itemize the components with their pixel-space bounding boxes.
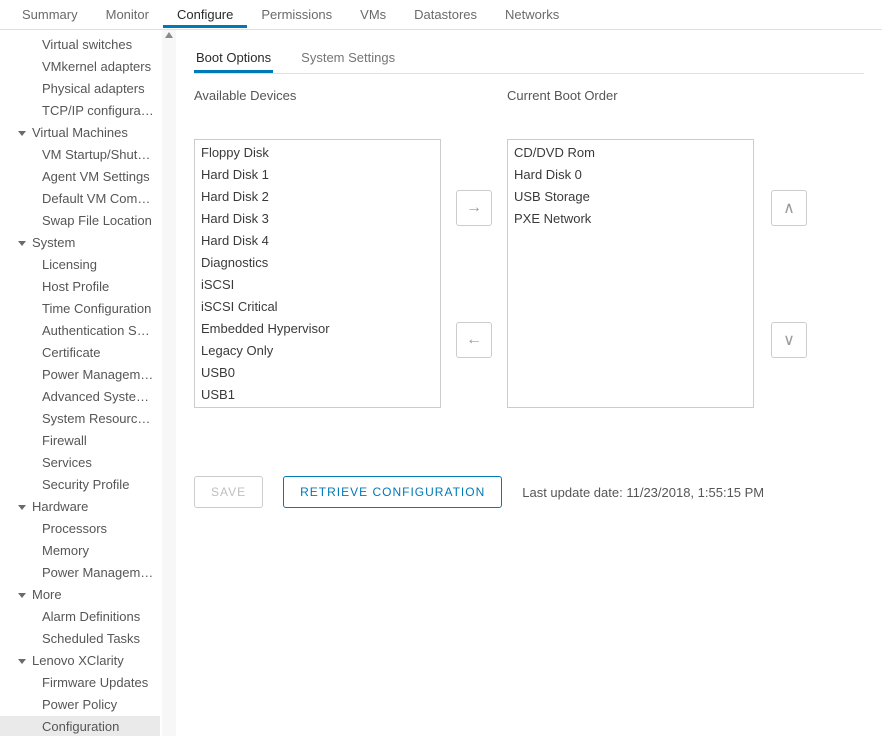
sidebar-item-vm-startup-shutdo-[interactable]: VM Startup/Shutdo.. xyxy=(0,144,160,166)
caret-down-icon xyxy=(18,593,26,598)
list-item[interactable]: Legacy Only xyxy=(199,340,436,362)
chevron-down-icon: ∨ xyxy=(783,330,795,350)
sidebar-item-default-vm-compati-[interactable]: Default VM Compati.. xyxy=(0,188,160,210)
caret-down-icon xyxy=(18,505,26,510)
sidebar-item-virtual-switches[interactable]: Virtual switches xyxy=(0,34,160,56)
move-up-button[interactable]: ∧ xyxy=(771,190,807,226)
move-left-button[interactable]: ← xyxy=(456,322,492,358)
tab-vms[interactable]: VMs xyxy=(346,1,400,28)
sub-tabs: Boot Options System Settings xyxy=(194,44,864,74)
last-update-text: Last update date: 11/23/2018, 1:55:15 PM xyxy=(522,485,764,500)
move-right-button[interactable]: → xyxy=(456,190,492,226)
sidebar-item-swap-file-location[interactable]: Swap File Location xyxy=(0,210,160,232)
sidebar-group-label: More xyxy=(32,587,62,603)
sidebar-item-power-management[interactable]: Power Management xyxy=(0,562,160,584)
list-item[interactable]: USB0 xyxy=(199,362,436,384)
sidebar-item-advanced-system-s-[interactable]: Advanced System S.. xyxy=(0,386,160,408)
caret-down-icon xyxy=(18,659,26,664)
list-item[interactable]: PXE Network xyxy=(512,208,749,230)
tab-datastores[interactable]: Datastores xyxy=(400,1,491,28)
list-item[interactable]: iSCSI Critical xyxy=(199,296,436,318)
list-item[interactable]: Diagnostics xyxy=(199,252,436,274)
subtab-system-settings[interactable]: System Settings xyxy=(299,44,397,73)
tab-summary[interactable]: Summary xyxy=(8,1,92,28)
tab-monitor[interactable]: Monitor xyxy=(92,1,163,28)
current-boot-order-list[interactable]: CD/DVD RomHard Disk 0USB StoragePXE Netw… xyxy=(507,139,754,408)
sidebar-item-alarm-definitions[interactable]: Alarm Definitions xyxy=(0,606,160,628)
list-item[interactable]: iSCSI xyxy=(199,274,436,296)
list-item[interactable]: Hard Disk 3 xyxy=(199,208,436,230)
sidebar-item-certificate[interactable]: Certificate xyxy=(0,342,160,364)
caret-down-icon xyxy=(18,241,26,246)
sidebar-item-licensing[interactable]: Licensing xyxy=(0,254,160,276)
tab-configure[interactable]: Configure xyxy=(163,1,247,28)
sidebar-group-virtual-machines[interactable]: Virtual Machines xyxy=(0,122,176,144)
chevron-up-icon: ∧ xyxy=(783,198,795,218)
sidebar-group-more[interactable]: More xyxy=(0,584,176,606)
move-down-button[interactable]: ∨ xyxy=(771,322,807,358)
sidebar-scrollbar[interactable] xyxy=(162,30,176,736)
list-item[interactable]: Floppy Disk xyxy=(199,142,436,164)
subtab-boot-options[interactable]: Boot Options xyxy=(194,44,273,73)
sidebar-group-label: Virtual Machines xyxy=(32,125,128,141)
sidebar-item-authentication-servi-[interactable]: Authentication Servi.. xyxy=(0,320,160,342)
caret-down-icon xyxy=(18,131,26,136)
sidebar-item-host-profile[interactable]: Host Profile xyxy=(0,276,160,298)
save-button[interactable]: SAVE xyxy=(194,476,263,508)
sidebar-item-tcp-ip-configuration[interactable]: TCP/IP configuration xyxy=(0,100,160,122)
scroll-up-icon xyxy=(165,32,173,38)
sidebar-item-scheduled-tasks[interactable]: Scheduled Tasks xyxy=(0,628,160,650)
sidebar-group-label: System xyxy=(32,235,75,251)
sidebar-item-power-management[interactable]: Power Management xyxy=(0,364,160,386)
sidebar-item-physical-adapters[interactable]: Physical adapters xyxy=(0,78,160,100)
list-item[interactable]: Hard Disk 0 xyxy=(512,164,749,186)
current-boot-order-label: Current Boot Order xyxy=(507,88,618,103)
sidebar-item-security-profile[interactable]: Security Profile xyxy=(0,474,160,496)
tab-permissions[interactable]: Permissions xyxy=(247,1,346,28)
available-devices-label: Available Devices xyxy=(194,88,507,103)
sidebar-item-configuration[interactable]: Configuration xyxy=(0,716,160,736)
sidebar-group-label: Lenovo XClarity xyxy=(32,653,124,669)
sidebar-group-label: Hardware xyxy=(32,499,88,515)
list-item[interactable]: Hard Disk 4 xyxy=(199,230,436,252)
arrow-right-icon: → xyxy=(466,199,482,217)
top-tabs: Summary Monitor Configure Permissions VM… xyxy=(0,0,882,30)
list-item[interactable]: USB Storage xyxy=(512,186,749,208)
arrow-left-icon: ← xyxy=(466,331,482,349)
list-item[interactable]: Embedded Hypervisor xyxy=(199,318,436,340)
sidebar-item-firewall[interactable]: Firewall xyxy=(0,430,160,452)
sidebar-group-system[interactable]: System xyxy=(0,232,176,254)
list-item[interactable]: USB2 xyxy=(199,406,436,408)
list-item[interactable]: CD/DVD Rom xyxy=(512,142,749,164)
content-area: Boot Options System Settings Available D… xyxy=(176,30,882,736)
sidebar-item-memory[interactable]: Memory xyxy=(0,540,160,562)
sidebar: Virtual switchesVMkernel adaptersPhysica… xyxy=(0,30,176,736)
sidebar-item-vmkernel-adapters[interactable]: VMkernel adapters xyxy=(0,56,160,78)
sidebar-item-power-policy[interactable]: Power Policy xyxy=(0,694,160,716)
retrieve-configuration-button[interactable]: RETRIEVE CONFIGURATION xyxy=(283,476,502,508)
sidebar-item-processors[interactable]: Processors xyxy=(0,518,160,540)
tab-networks[interactable]: Networks xyxy=(491,1,573,28)
available-devices-list[interactable]: Floppy DiskHard Disk 1Hard Disk 2Hard Di… xyxy=(194,139,441,408)
list-item[interactable]: USB1 xyxy=(199,384,436,406)
sidebar-item-services[interactable]: Services xyxy=(0,452,160,474)
list-item[interactable]: Hard Disk 2 xyxy=(199,186,436,208)
sidebar-group-hardware[interactable]: Hardware xyxy=(0,496,176,518)
list-item[interactable]: Hard Disk 1 xyxy=(199,164,436,186)
sidebar-item-system-resource-re-[interactable]: System Resource Re.. xyxy=(0,408,160,430)
sidebar-item-firmware-updates[interactable]: Firmware Updates xyxy=(0,672,160,694)
sidebar-group-lenovo-xclarity[interactable]: Lenovo XClarity xyxy=(0,650,176,672)
sidebar-item-time-configuration[interactable]: Time Configuration xyxy=(0,298,160,320)
sidebar-item-agent-vm-settings[interactable]: Agent VM Settings xyxy=(0,166,160,188)
